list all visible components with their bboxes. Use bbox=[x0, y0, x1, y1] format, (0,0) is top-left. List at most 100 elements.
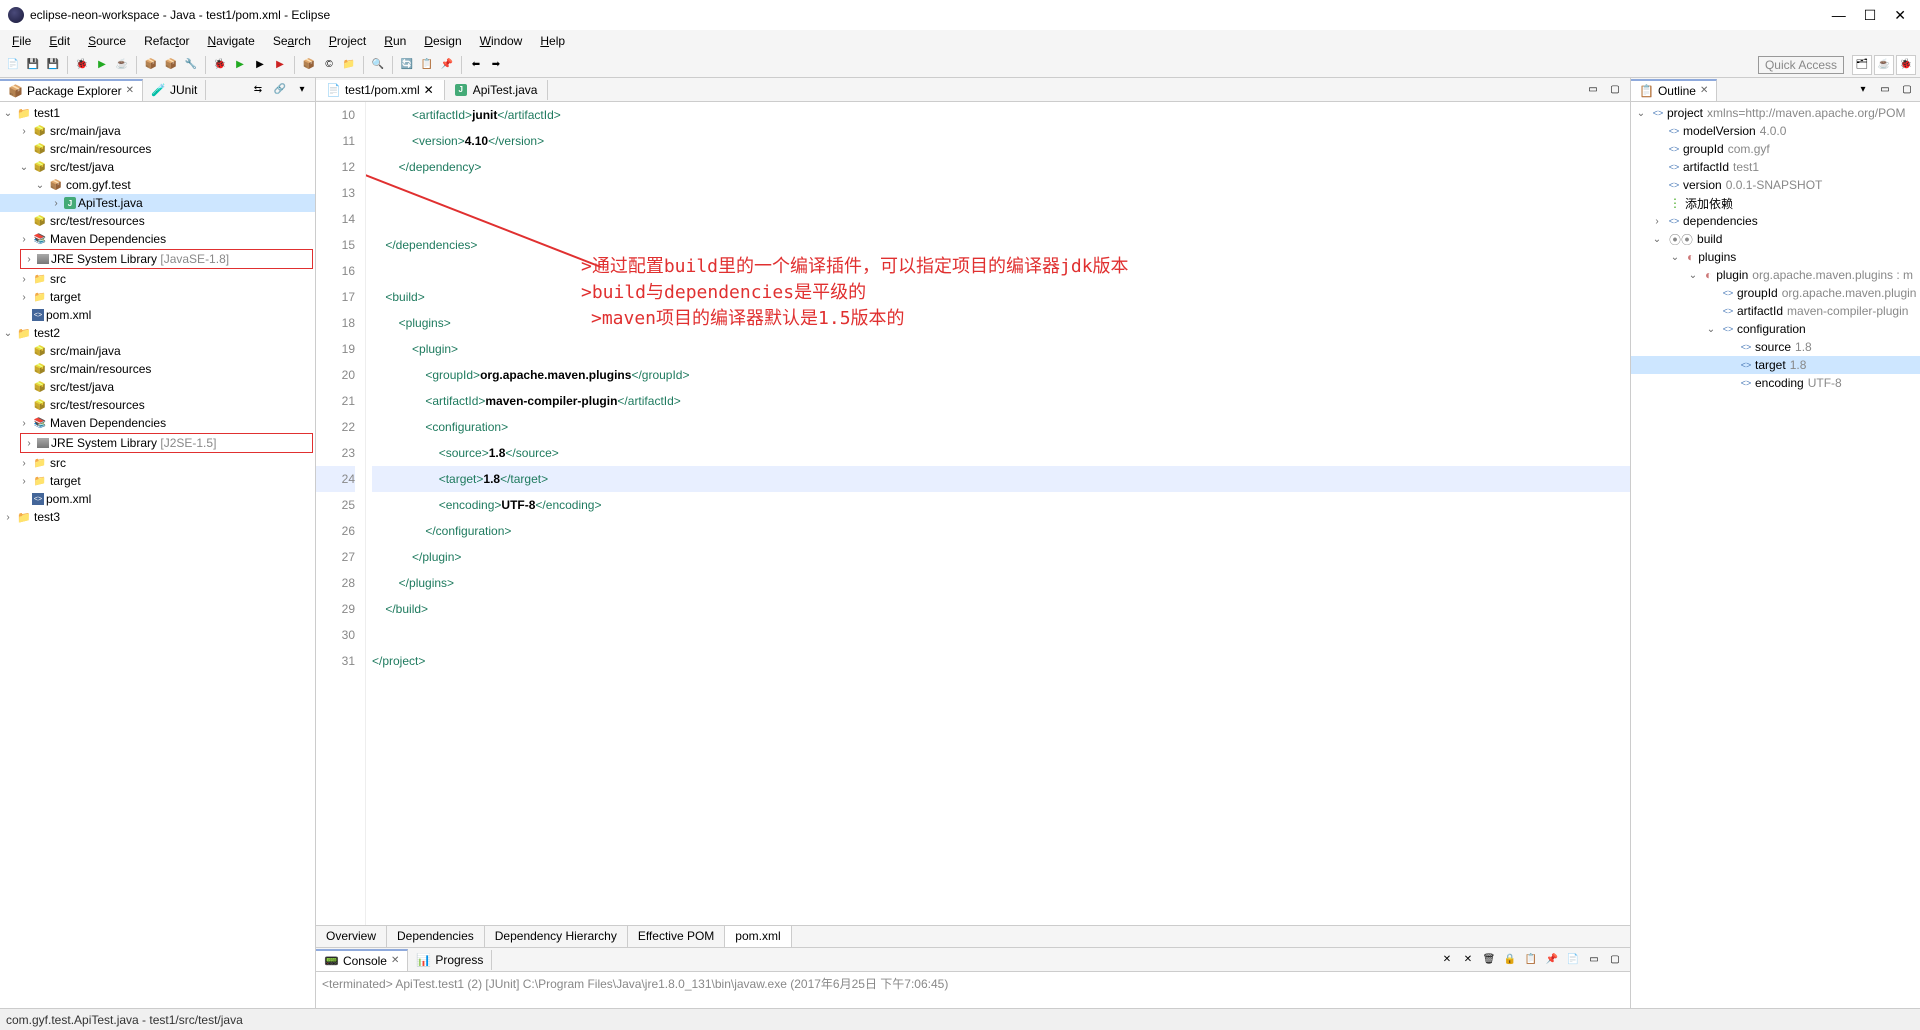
java-perspective-icon[interactable]: ☕ bbox=[1874, 55, 1894, 75]
maximize-icon[interactable]: ▢ bbox=[1606, 81, 1624, 99]
console-icon[interactable]: 🔒 bbox=[1501, 951, 1519, 969]
outline-row[interactable]: ⌄◐pluginorg.apache.maven.plugins : m bbox=[1631, 266, 1920, 284]
maximize-button[interactable]: ☐ bbox=[1864, 7, 1877, 24]
run-icon[interactable]: ▶ bbox=[93, 56, 111, 74]
collapse-icon[interactable]: ⇆ bbox=[249, 81, 267, 99]
tree-srcfolder[interactable]: ⌄src/test/java bbox=[0, 158, 315, 176]
outline-tree[interactable]: ⌄projectxmlns=http://maven.apache.org/PO… bbox=[1631, 102, 1920, 1008]
outline-row[interactable]: modelVersion4.0.0 bbox=[1631, 122, 1920, 140]
tree-srcfolder[interactable]: src/test/resources bbox=[0, 396, 315, 414]
tab-dephierarchy[interactable]: Dependency Hierarchy bbox=[485, 926, 628, 947]
menu-navigate[interactable]: Navigate bbox=[199, 32, 262, 50]
tab-outline[interactable]: 📋 Outline ✕ bbox=[1631, 79, 1717, 101]
code-body[interactable]: <artifactId>junit</artifactId> <version>… bbox=[366, 102, 1630, 925]
tree-folder[interactable]: ›src bbox=[0, 270, 315, 288]
toolbar-icon[interactable]: 🐞 bbox=[73, 56, 91, 74]
outline-row[interactable]: ⌄configuration bbox=[1631, 320, 1920, 338]
tab-progress[interactable]: 📊 Progress bbox=[408, 950, 492, 970]
ext-tools-icon[interactable]: ▶ bbox=[271, 56, 289, 74]
tab-package-explorer[interactable]: 📦 Package Explorer ✕ bbox=[0, 79, 143, 101]
forward-icon[interactable]: ➡ bbox=[487, 56, 505, 74]
outline-row[interactable]: ⋮添加依赖 bbox=[1631, 194, 1920, 212]
tab-effective-pom[interactable]: Effective POM bbox=[628, 926, 725, 947]
outline-row[interactable]: source1.8 bbox=[1631, 338, 1920, 356]
tree-folder[interactable]: ›src bbox=[0, 454, 315, 472]
toolbar-icon[interactable]: 🔄 bbox=[398, 56, 416, 74]
max-icon[interactable]: ▢ bbox=[1898, 81, 1916, 99]
debug-icon[interactable]: 🐞 bbox=[211, 56, 229, 74]
outline-row[interactable]: groupIdcom.gyf bbox=[1631, 140, 1920, 158]
toolbar-icon[interactable]: 🔧 bbox=[182, 56, 200, 74]
editor-tab-pom[interactable]: 📄 test1/pom.xml ✕ bbox=[316, 80, 445, 100]
tab-junit[interactable]: 🧪 JUnit bbox=[143, 80, 206, 100]
tab-pomxml[interactable]: pom.xml bbox=[725, 926, 791, 947]
tab-dependencies[interactable]: Dependencies bbox=[387, 926, 485, 947]
new-icon[interactable]: 📄 bbox=[4, 56, 22, 74]
tree-folder[interactable]: ›target bbox=[0, 288, 315, 306]
menu-help[interactable]: Help bbox=[532, 32, 573, 50]
toolbar-icon[interactable]: 📌 bbox=[438, 56, 456, 74]
close-button[interactable]: ✕ bbox=[1894, 7, 1906, 24]
search-icon[interactable]: 🔍 bbox=[369, 56, 387, 74]
min-icon[interactable]: ▭ bbox=[1876, 81, 1894, 99]
outline-row[interactable]: ⌄projectxmlns=http://maven.apache.org/PO… bbox=[1631, 104, 1920, 122]
console-icon[interactable]: 📄 bbox=[1564, 951, 1582, 969]
save-icon[interactable]: 💾 bbox=[24, 56, 42, 74]
menu-refactor[interactable]: Refactor bbox=[136, 32, 197, 50]
menu-edit[interactable]: Edit bbox=[41, 32, 78, 50]
console-icon[interactable]: ✕ bbox=[1438, 951, 1456, 969]
tree-pom-file[interactable]: pom.xml bbox=[0, 306, 315, 324]
quick-access[interactable]: Quick Access bbox=[1758, 56, 1844, 74]
outline-row[interactable]: ›dependencies bbox=[1631, 212, 1920, 230]
back-icon[interactable]: ⬅ bbox=[467, 56, 485, 74]
tree-project[interactable]: ›test3 bbox=[0, 508, 315, 526]
menu-search[interactable]: Search bbox=[265, 32, 319, 50]
perspective-icon[interactable]: 🗂 bbox=[1852, 55, 1872, 75]
outline-row[interactable]: encodingUTF-8 bbox=[1631, 374, 1920, 392]
menu-window[interactable]: Window bbox=[472, 32, 531, 50]
minimize-button[interactable]: — bbox=[1832, 7, 1846, 24]
menu-project[interactable]: Project bbox=[321, 32, 374, 50]
console-icon[interactable]: 🗑 bbox=[1480, 951, 1498, 969]
tree-maven-deps[interactable]: ›Maven Dependencies bbox=[0, 414, 315, 432]
tree-srcfolder[interactable]: src/test/resources bbox=[0, 212, 315, 230]
outline-row[interactable]: ⌄◐plugins bbox=[1631, 248, 1920, 266]
editor-tab-apitest[interactable]: ApiTest.java bbox=[445, 80, 549, 100]
minimize-icon[interactable]: ▭ bbox=[1584, 81, 1602, 99]
tree-project[interactable]: ⌄test1 bbox=[0, 104, 315, 122]
console-icon[interactable]: 📌 bbox=[1543, 951, 1561, 969]
outline-row[interactable]: ⌄⦿⦿build bbox=[1631, 230, 1920, 248]
console-icon[interactable]: ✕ bbox=[1459, 951, 1477, 969]
tree-package[interactable]: ⌄com.gyf.test bbox=[0, 176, 315, 194]
outline-row[interactable]: artifactIdmaven-compiler-plugin bbox=[1631, 302, 1920, 320]
outline-row[interactable]: version0.0.1-SNAPSHOT bbox=[1631, 176, 1920, 194]
menu-icon[interactable]: ▾ bbox=[1854, 81, 1872, 99]
tree-project[interactable]: ⌄test2 bbox=[0, 324, 315, 342]
outline-row[interactable]: artifactIdtest1 bbox=[1631, 158, 1920, 176]
toolbar-icon[interactable]: ☕ bbox=[113, 56, 131, 74]
debug-perspective-icon[interactable]: 🐞 bbox=[1896, 55, 1916, 75]
console-icon[interactable]: ▢ bbox=[1606, 951, 1624, 969]
run-icon[interactable]: ▶ bbox=[231, 56, 249, 74]
menu-run[interactable]: Run bbox=[376, 32, 414, 50]
outline-row-selected[interactable]: target1.8 bbox=[1631, 356, 1920, 374]
tab-console[interactable]: 📟 Console ✕ bbox=[316, 949, 408, 971]
save-all-icon[interactable]: 💾 bbox=[44, 56, 62, 74]
code-editor[interactable]: 1011121314151617181920212223242526272829… bbox=[316, 102, 1630, 925]
toolbar-icon[interactable]: 📁 bbox=[340, 56, 358, 74]
tree-srcfolder[interactable]: src/main/resources bbox=[0, 360, 315, 378]
menu-file[interactable]: File bbox=[4, 32, 39, 50]
menu-design[interactable]: Design bbox=[416, 32, 469, 50]
toolbar-icon[interactable]: 📋 bbox=[418, 56, 436, 74]
toolbar-icon[interactable]: 📦 bbox=[142, 56, 160, 74]
link-icon[interactable]: 🔗 bbox=[271, 81, 289, 99]
tree-srcfolder[interactable]: src/main/java bbox=[0, 342, 315, 360]
project-tree[interactable]: ⌄test1 ›src/main/java src/main/resources… bbox=[0, 102, 315, 1008]
tree-srcfolder[interactable]: ›src/main/java bbox=[0, 122, 315, 140]
tree-jre-library[interactable]: ›JRE System Library [J2SE-1.5] bbox=[21, 434, 312, 452]
toolbar-icon[interactable]: 📦 bbox=[162, 56, 180, 74]
coverage-icon[interactable]: ▶ bbox=[251, 56, 269, 74]
console-icon[interactable]: ▭ bbox=[1585, 951, 1603, 969]
console-icon[interactable]: 📋 bbox=[1522, 951, 1540, 969]
menu-source[interactable]: Source bbox=[80, 32, 134, 50]
